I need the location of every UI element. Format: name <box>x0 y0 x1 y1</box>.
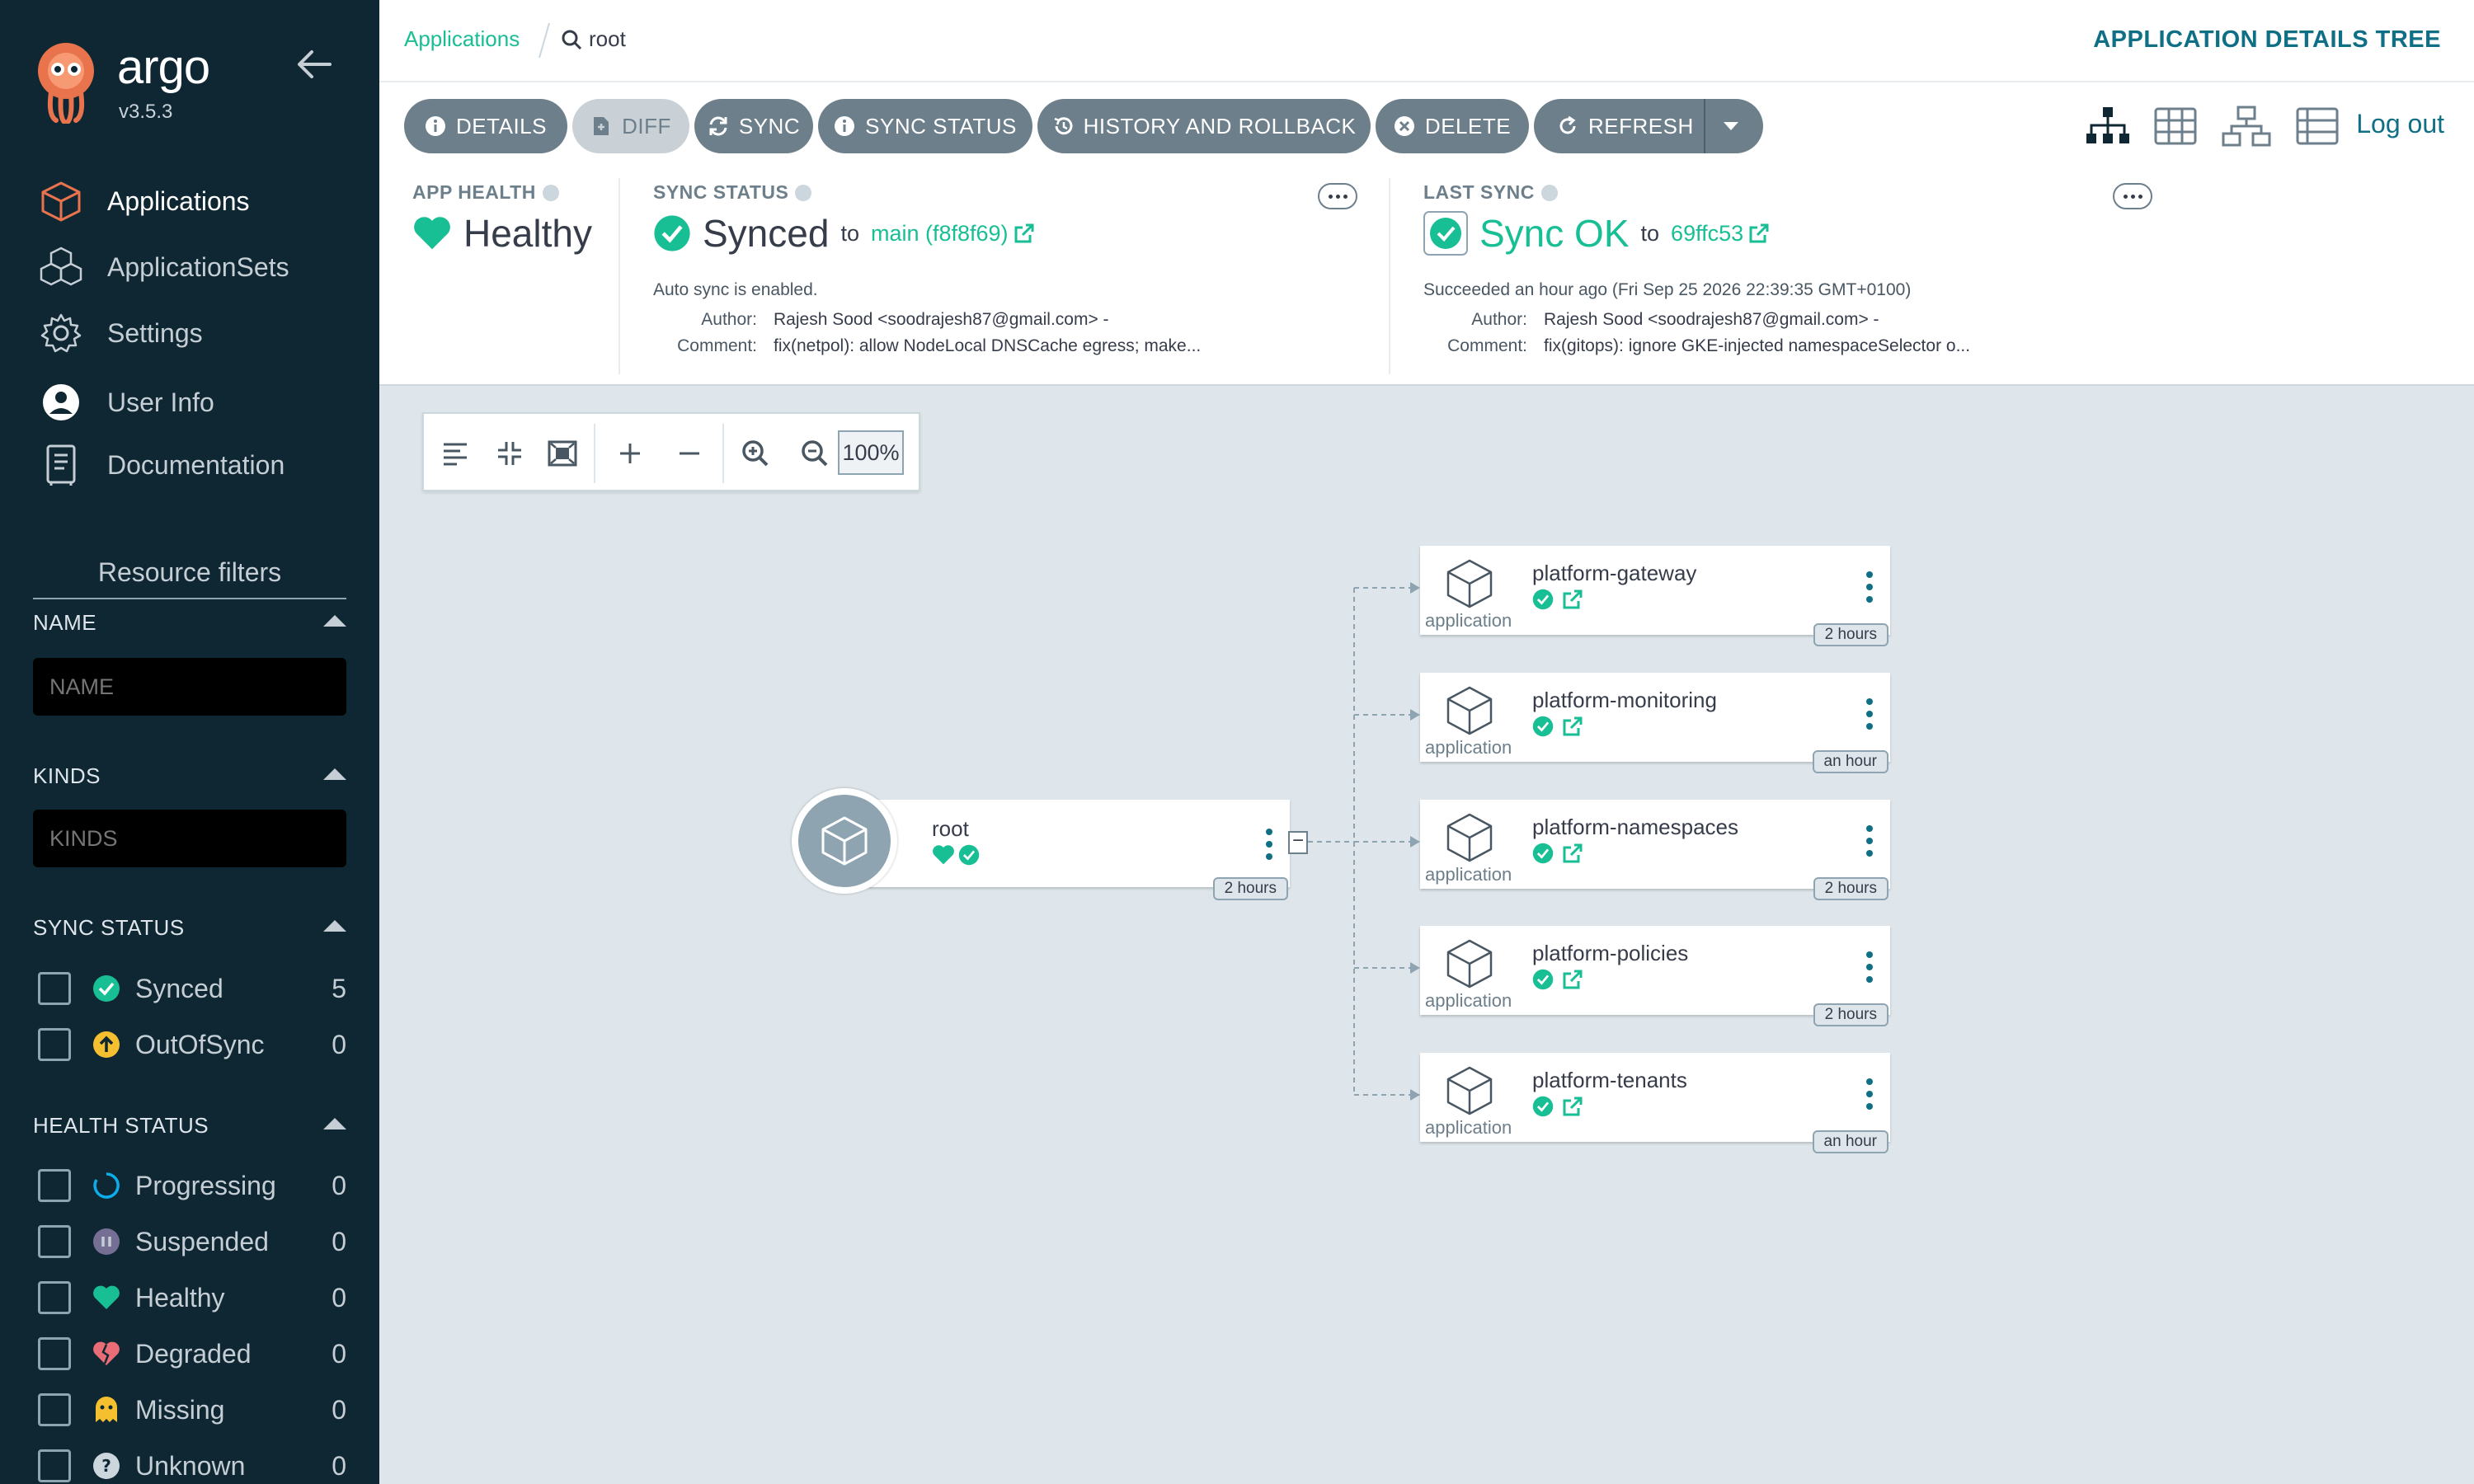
external-link-icon[interactable] <box>1562 969 1583 994</box>
child-app-node[interactable]: application platform-namespaces 2 hours <box>1420 800 1890 900</box>
kebab-menu-icon[interactable] <box>1865 697 1874 730</box>
kebab-menu-icon[interactable] <box>1865 1078 1874 1111</box>
check-circle-icon <box>1532 1096 1554 1121</box>
cube-icon <box>1443 811 1496 864</box>
node-status-icons <box>1532 843 1583 868</box>
kebab-menu-icon[interactable] <box>1865 824 1874 857</box>
root-app-node[interactable]: root 2 hours <box>868 800 1290 900</box>
root-app-icon[interactable] <box>792 788 897 894</box>
check-circle-icon <box>958 844 980 866</box>
cube-icon <box>1443 1064 1496 1117</box>
node-kind: application <box>1425 864 1512 885</box>
node-kind: application <box>1425 990 1512 1011</box>
age-badge: 2 hours <box>1813 877 1888 900</box>
node-status-icons <box>1532 1096 1583 1121</box>
external-link-icon[interactable] <box>1562 716 1583 741</box>
check-circle-icon <box>1532 716 1554 741</box>
node-name: platform-policies <box>1532 941 1689 965</box>
child-app-node[interactable]: application platform-gateway 2 hours <box>1420 546 1890 646</box>
check-circle-icon <box>1532 969 1554 994</box>
age-badge: an hour <box>1812 750 1888 773</box>
node-name: root <box>932 816 969 841</box>
cube-icon <box>1443 937 1496 990</box>
node-kind: application <box>1425 610 1512 631</box>
heart-icon <box>933 845 954 865</box>
child-app-node[interactable]: application platform-monitoring an hour <box>1420 673 1890 773</box>
node-name: platform-namespaces <box>1532 815 1738 839</box>
age-badge: an hour <box>1812 1130 1888 1153</box>
node-status-icons <box>932 844 980 866</box>
kebab-menu-icon[interactable] <box>1865 571 1874 603</box>
node-status-icons <box>1532 969 1583 994</box>
node-status-icons <box>1532 716 1583 741</box>
node-name: platform-monitoring <box>1532 688 1717 712</box>
external-link-icon[interactable] <box>1562 1096 1583 1121</box>
child-app-node[interactable]: application platform-tenants an hour <box>1420 1053 1890 1153</box>
node-kind: application <box>1425 1117 1512 1138</box>
age-badge: 2 hours <box>1813 1003 1888 1026</box>
collapse-node-toggle[interactable]: − <box>1288 831 1308 854</box>
cube-icon <box>1443 684 1496 737</box>
node-name: platform-gateway <box>1532 561 1697 585</box>
child-app-node[interactable]: application platform-policies 2 hours <box>1420 926 1890 1026</box>
external-link-icon[interactable] <box>1562 843 1583 868</box>
cube-icon <box>1443 557 1496 610</box>
node-name: platform-tenants <box>1532 1068 1687 1092</box>
external-link-icon[interactable] <box>1562 589 1583 614</box>
check-circle-icon <box>1532 843 1554 868</box>
kebab-menu-icon[interactable] <box>1865 951 1874 984</box>
graph-edges <box>1308 582 1420 1101</box>
cube-icon <box>821 816 868 866</box>
node-status-icons <box>1532 589 1583 614</box>
check-circle-icon <box>1532 589 1554 614</box>
node-kind: application <box>1425 737 1512 758</box>
age-badge: 2 hours <box>1813 623 1888 646</box>
kebab-menu-icon[interactable] <box>1265 828 1273 861</box>
age-badge: 2 hours <box>1212 877 1288 900</box>
